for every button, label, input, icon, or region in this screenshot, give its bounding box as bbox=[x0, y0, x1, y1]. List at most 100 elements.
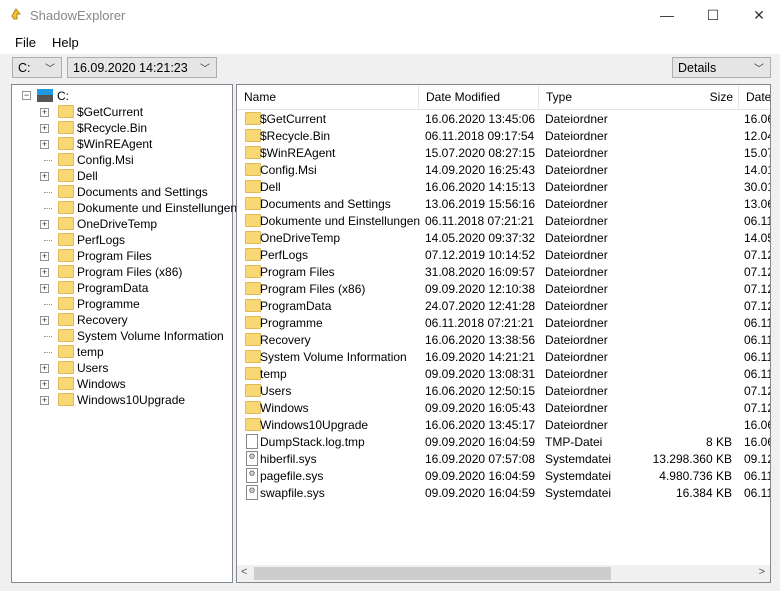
list-row[interactable]: $GetCurrent 16.06.2020 13:45:06 Dateiordne… bbox=[237, 111, 770, 128]
chevron-down-icon: ﹀ bbox=[200, 64, 210, 75]
tree-item-label: Windows bbox=[77, 377, 126, 391]
folder-icon bbox=[245, 384, 261, 397]
menu-file[interactable]: File bbox=[15, 35, 36, 50]
chevron-down-icon: ﹀ bbox=[754, 64, 764, 75]
file-date: 30.01 bbox=[744, 180, 770, 194]
folder-icon bbox=[58, 345, 74, 358]
scroll-right-arrow[interactable]: > bbox=[759, 566, 765, 578]
file-type: Dateiordner bbox=[545, 146, 608, 160]
list-row[interactable]: Windows 09.09.2020 16:05:43 Dateiordner 07.… bbox=[237, 400, 770, 417]
list-row[interactable]: Users 16.06.2020 12:50:15 Dateiordner 07.12 bbox=[237, 383, 770, 400]
file-type: Systemdatei bbox=[545, 469, 612, 483]
list-row[interactable]: Programme 06.11.2018 07:21:21 Dateiordner 0… bbox=[237, 315, 770, 332]
maximize-button[interactable]: ☐ bbox=[690, 0, 736, 30]
list-row[interactable]: ⚙ swapfile.sys 09.09.2020 16:04:59 Systemda… bbox=[237, 485, 770, 502]
list-row[interactable]: Program Files (x86) 09.09.2020 12:10:38 Da… bbox=[237, 281, 770, 298]
list-row[interactable]: temp 09.09.2020 13:08:31 Dateiordner 06.11 bbox=[237, 366, 770, 383]
list-row[interactable]: $WinREAgent 15.07.2020 08:27:15 Dateiordne… bbox=[237, 145, 770, 162]
list-row[interactable]: ProgramData 24.07.2020 12:41:28 Dateiordne… bbox=[237, 298, 770, 315]
folder-icon bbox=[245, 316, 261, 329]
collapse-icon[interactable]: − bbox=[22, 91, 31, 100]
file-modified: 06.11.2018 09:17:54 bbox=[425, 129, 535, 143]
list-row[interactable]: Dokumente und Einstellungen 06.11.2018 07… bbox=[237, 213, 770, 230]
folder-icon bbox=[245, 112, 261, 125]
system-file-icon: ⚙ bbox=[246, 485, 258, 500]
file-date: 16.06 bbox=[744, 418, 770, 432]
file-list[interactable]: Name Date Modified Type Size Date < > $G… bbox=[236, 84, 771, 583]
file-name: hiberfil.sys bbox=[260, 452, 317, 466]
file-date: 07.12 bbox=[744, 248, 770, 262]
expand-icon[interactable]: + bbox=[40, 124, 49, 133]
file-type: Dateiordner bbox=[545, 384, 608, 398]
expand-icon[interactable]: + bbox=[40, 396, 49, 405]
list-row[interactable]: PerfLogs 07.12.2019 10:14:52 Dateiordner 07… bbox=[237, 247, 770, 264]
column-name[interactable]: Name bbox=[237, 85, 419, 110]
file-size: 13.298.360 KB bbox=[652, 452, 732, 466]
folder-icon bbox=[245, 197, 261, 210]
close-button[interactable]: ✕ bbox=[736, 0, 780, 30]
list-row[interactable]: System Volume Information 16.09.2020 14:2… bbox=[237, 349, 770, 366]
expand-icon[interactable]: + bbox=[40, 252, 49, 261]
minimize-button[interactable]: — bbox=[644, 0, 690, 30]
tree-item-label: $WinREAgent bbox=[77, 137, 153, 151]
column-date[interactable]: Date bbox=[739, 85, 770, 110]
list-row[interactable]: Dell 16.06.2020 14:15:13 Dateiordner 30.01 bbox=[237, 179, 770, 196]
column-date-modified[interactable]: Date Modified bbox=[419, 85, 539, 110]
tree-item-label: Programme bbox=[77, 297, 140, 311]
list-row[interactable]: Windows10Upgrade 16.06.2020 13:45:17 Datei… bbox=[237, 417, 770, 434]
tree-item-label: OneDriveTemp bbox=[77, 217, 158, 231]
snapshot-value: 16.09.2020 14:21:23 bbox=[73, 61, 188, 75]
expand-icon[interactable]: + bbox=[40, 316, 49, 325]
expand-icon[interactable]: + bbox=[40, 220, 49, 229]
list-row[interactable]: OneDriveTemp 14.05.2020 09:37:32 Dateiordn… bbox=[237, 230, 770, 247]
file-date: 16.06 bbox=[744, 435, 770, 449]
view-select[interactable]: Details ﹀ bbox=[672, 57, 771, 78]
file-type: Dateiordner bbox=[545, 214, 608, 228]
file-type: Systemdatei bbox=[545, 486, 612, 500]
list-row[interactable]: ⚙ pagefile.sys 09.09.2020 16:04:59 Systemda… bbox=[237, 468, 770, 485]
tree-root-label: C: bbox=[57, 89, 69, 103]
drive-select[interactable]: C: ﹀ bbox=[12, 57, 62, 78]
column-size[interactable]: Size bbox=[639, 85, 739, 110]
folder-icon bbox=[245, 367, 261, 380]
snapshot-select[interactable]: 16.09.2020 14:21:23 ﹀ bbox=[67, 57, 217, 78]
file-name: temp bbox=[260, 367, 287, 381]
file-modified: 16.06.2020 12:50:15 bbox=[425, 384, 536, 398]
expand-icon[interactable]: + bbox=[40, 380, 49, 389]
folder-icon bbox=[58, 169, 74, 182]
folder-tree[interactable]: − C: + $GetCurrent + $Recycle.Bin + $WinREAge… bbox=[11, 84, 237, 583]
file-type: Dateiordner bbox=[545, 418, 608, 432]
tree-item-label: Dell bbox=[77, 169, 98, 183]
tree-item-label: $Recycle.Bin bbox=[77, 121, 148, 135]
scroll-left-arrow[interactable]: < bbox=[241, 566, 247, 578]
file-type: Dateiordner bbox=[545, 350, 608, 364]
expand-icon[interactable]: + bbox=[40, 140, 49, 149]
expand-icon[interactable]: + bbox=[40, 364, 49, 373]
expand-icon[interactable]: + bbox=[40, 172, 49, 181]
file-type: Dateiordner bbox=[545, 248, 608, 262]
tree-item-label: $GetCurrent bbox=[77, 105, 144, 119]
folder-icon bbox=[58, 201, 74, 214]
horizontal-scrollbar[interactable]: < > bbox=[237, 565, 770, 582]
file-date: 14.05 bbox=[744, 231, 770, 245]
list-row[interactable]: Config.Msi 14.09.2020 16:25:43 Dateiordner… bbox=[237, 162, 770, 179]
list-row[interactable]: ⚙ hiberfil.sys 16.09.2020 07:57:08 Systemda… bbox=[237, 451, 770, 468]
list-row[interactable]: $Recycle.Bin 06.11.2018 09:17:54 Dateiordn… bbox=[237, 128, 770, 145]
menu-help[interactable]: Help bbox=[52, 35, 79, 50]
file-name: Windows10Upgrade bbox=[260, 418, 369, 432]
file-modified: 16.09.2020 14:21:21 bbox=[425, 350, 536, 364]
list-row[interactable]: Documents and Settings 13.06.2019 15:56:1… bbox=[237, 196, 770, 213]
scrollbar-thumb[interactable] bbox=[254, 567, 611, 580]
list-row[interactable]: Program Files 31.08.2020 16:09:57 Dateiord… bbox=[237, 264, 770, 281]
folder-icon bbox=[58, 249, 74, 262]
file-date: 12.04 bbox=[744, 129, 770, 143]
tree-item-label: Config.Msi bbox=[77, 153, 134, 167]
expand-icon[interactable]: + bbox=[40, 284, 49, 293]
list-row[interactable]: DumpStack.log.tmp 09.09.2020 16:04:59 TMP-… bbox=[237, 434, 770, 451]
expand-icon[interactable]: + bbox=[40, 268, 49, 277]
tree-connector bbox=[44, 192, 52, 193]
folder-icon bbox=[245, 350, 261, 363]
list-row[interactable]: Recovery 16.06.2020 13:38:56 Dateiordner 06… bbox=[237, 332, 770, 349]
expand-icon[interactable]: + bbox=[40, 108, 49, 117]
folder-icon bbox=[245, 299, 261, 312]
